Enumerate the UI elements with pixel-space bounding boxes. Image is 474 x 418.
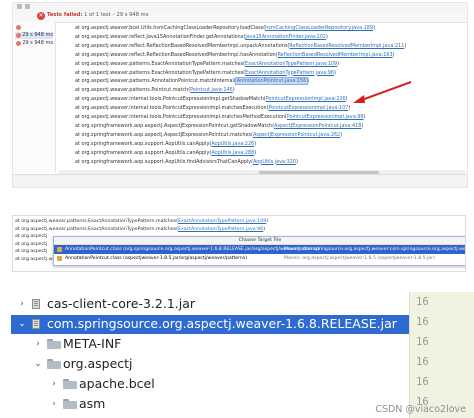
folder-icon bbox=[47, 339, 61, 349]
tree-row-label: cas-client-core-3.2.1.jar bbox=[47, 296, 196, 311]
source-link[interactable]: AopUtils.java:226 bbox=[211, 141, 254, 147]
stack-trace-line: at org.aspectj.weaver.bcel.Utils.hsmCach… bbox=[75, 25, 375, 31]
source-link[interactable]: ExactAnnotationTypePattern.java:109 bbox=[245, 61, 337, 67]
source-link[interactable]: ReflectionBasedResolvedMemberImpl.java:2… bbox=[289, 43, 404, 49]
stop-icon[interactable] bbox=[25, 4, 30, 9]
source-link[interactable]: AopUtils.java:288 bbox=[211, 150, 254, 156]
stack-trace-log: at org.aspectj.weaver.bcel.Utils.hsmCach… bbox=[59, 22, 465, 173]
tree-row-label: META-INF bbox=[63, 336, 122, 351]
source-link[interactable]: Pointcut.java:146 bbox=[190, 87, 233, 93]
target-option-aspectjweaver[interactable]: AnnotationPointcut.class (aspectjweaver-… bbox=[54, 254, 465, 263]
stack-trace-line: at org.aspectj.weaver.reflect.Java15Anno… bbox=[75, 33, 328, 40]
chevron-right-icon[interactable]: › bbox=[33, 338, 43, 350]
test-tree-item[interactable] bbox=[15, 24, 53, 31]
stack-trace-line: at org.aspectj.weaver.patterns.ExactAnno… bbox=[15, 226, 266, 232]
stack-trace-line: at org.aspectj bbox=[15, 241, 48, 247]
stack-trace-line: at org.aspectj.weaver.patterns.Pointcut.… bbox=[75, 87, 235, 94]
source-link[interactable]: ExactAnnotationTypePattern.java:109 bbox=[178, 219, 266, 224]
stack-trace-line: at org.springframework.aop.support.AopUt… bbox=[75, 140, 257, 147]
test-tree-item[interactable]: 29 s 948 ms bbox=[15, 40, 53, 47]
chevron-down-icon[interactable]: ⌄ bbox=[17, 318, 27, 330]
jar-icon bbox=[31, 318, 41, 330]
source-link[interactable]: AopUtils.java:320 bbox=[253, 159, 296, 165]
source-link[interactable]: hsmCachingClassLoaderRepository.java:189 bbox=[265, 25, 373, 31]
stack-trace-line: at org.aspectj.weaver.patterns.ExactAnno… bbox=[75, 60, 339, 67]
stack-trace-line: at org.aspectj bbox=[15, 249, 48, 254]
failed-icon bbox=[16, 41, 21, 46]
gutter-line-number: 16 bbox=[416, 296, 429, 308]
folder-icon bbox=[47, 359, 61, 369]
source-link[interactable]: AspectJExpressionPointcut.java:262 bbox=[253, 132, 340, 138]
stack-trace-line: at org.springframework.aop.support.AopUt… bbox=[75, 158, 298, 165]
source-link[interactable]: Java15AnnotationFinder.java:202 bbox=[245, 34, 326, 40]
stack-trace-line: at org.aspectj.weaver.reflect.Reflection… bbox=[75, 42, 407, 49]
stack-trace-line: at org.aspectj.weaver.reflect.Reflection… bbox=[75, 51, 395, 58]
stack-trace-line: at org.springframework.aop.aspectj.Aspec… bbox=[75, 131, 343, 138]
tree-row-label: asm bbox=[79, 396, 106, 411]
stack-trace-line: at org.aspectj.weaver.internal.tools.Poi… bbox=[75, 96, 348, 103]
gutter-line-number: 16 bbox=[416, 376, 429, 388]
test-console-panel: ✕ Tests failed: 1 of 1 test – 29 s 948 m… bbox=[12, 2, 468, 188]
watermark: CSDN @viaco2love bbox=[375, 404, 466, 415]
gutter-line-number: 16 bbox=[416, 316, 429, 328]
choose-target-popup: Choose Target File AnnotationPointcut.cl… bbox=[53, 236, 465, 266]
stack-trace-line: at org.aspectj.weaver.internal.tools.Poi… bbox=[75, 105, 351, 112]
source-link[interactable]: AnnotationPointcut.java:156 bbox=[234, 77, 309, 86]
stack-trace-line: at org.aspectj.weaver.patterns.ExactAnno… bbox=[75, 69, 336, 76]
folder-icon bbox=[63, 399, 77, 409]
choose-target-panel: at org.aspectj.weaver.patterns.ExactAnno… bbox=[12, 215, 466, 272]
editor-gutter: 16 16 16 16 16 16 bbox=[409, 292, 474, 418]
stack-trace-line: at org.aspectj.weaver.patterns.Annotatio… bbox=[75, 77, 310, 86]
stack-trace-line: at org.aspectj.weaver.patterns.ExactAnno… bbox=[15, 219, 269, 224]
tree-row[interactable]: ⌄ org.aspectj bbox=[11, 355, 409, 374]
tree-row-label: com.springsource.org.aspectj.weaver-1.6.… bbox=[47, 316, 397, 331]
stack-trace-line: at org.aspectj.weaver.internal.tools.Poi… bbox=[75, 114, 366, 120]
source-link[interactable]: AspectJExpressionPointcut.java:418 bbox=[274, 123, 361, 129]
tree-row[interactable]: › cas-client-core-3.2.1.jar bbox=[11, 295, 409, 314]
tree-row[interactable]: › asm bbox=[11, 395, 409, 414]
rerun-icon[interactable] bbox=[17, 4, 22, 9]
chevron-right-icon[interactable]: › bbox=[49, 378, 59, 390]
tree-row[interactable]: › META-INF bbox=[11, 335, 409, 354]
test-tree: 29 s 948 ms 29 s 948 ms bbox=[13, 22, 56, 173]
target-option-spring-weaver[interactable]: AnnotationPointcut.class (org.springsour… bbox=[54, 245, 465, 254]
failed-icon bbox=[16, 25, 21, 30]
gutter-line-number: 16 bbox=[416, 356, 429, 368]
popup-title: Choose Target File bbox=[54, 237, 465, 245]
source-link[interactable]: PointcutExpressionImpl.java:98 bbox=[287, 114, 364, 120]
test-status-text: Tests failed: 1 of 1 test – 29 s 948 ms bbox=[47, 12, 149, 18]
tree-row-label: org.aspectj bbox=[63, 356, 133, 371]
tree-row[interactable]: › apache.bcel bbox=[11, 375, 409, 394]
source-link[interactable]: ReflectionBasedResolvedMemberImpl.java:1… bbox=[278, 52, 393, 58]
jar-icon bbox=[31, 298, 41, 310]
failed-icon bbox=[16, 33, 21, 38]
class-file-icon bbox=[57, 256, 62, 261]
test-tree-item[interactable]: 29 s 948 ms bbox=[15, 32, 53, 39]
tree-row[interactable]: ⌄ com.springsource.org.aspectj.weaver-1.6… bbox=[11, 315, 409, 334]
class-file-icon bbox=[57, 247, 62, 252]
source-link[interactable]: ExactAnnotationTypePattern.java:96 bbox=[178, 227, 263, 232]
chevron-down-icon[interactable]: ⌄ bbox=[33, 358, 43, 370]
folder-icon bbox=[63, 379, 77, 389]
stack-trace-line: at org.aspectj bbox=[15, 234, 48, 239]
stack-trace-line: at org.springframework.aop.aspectj.Aspec… bbox=[75, 122, 364, 129]
project-tree-panel: › cas-client-core-3.2.1.jar ⌄ com.springsou… bbox=[11, 292, 474, 418]
failed-icon: ✕ bbox=[37, 12, 45, 20]
chevron-right-icon[interactable]: › bbox=[49, 398, 59, 410]
source-link[interactable]: ExactAnnotationTypePattern.java:96 bbox=[245, 70, 334, 76]
source-link[interactable]: PointcutExpressionImpl.java:226 bbox=[266, 96, 346, 102]
source-link[interactable]: PointcutExpressionImpl.java:107 bbox=[268, 105, 348, 111]
console-bottom-bar bbox=[13, 174, 467, 187]
chevron-right-icon[interactable]: › bbox=[17, 298, 27, 310]
gutter-line-number: 16 bbox=[416, 336, 429, 348]
tree-row-label: apache.bcel bbox=[79, 376, 155, 391]
stack-trace-line: at org.springframework.aop.support.AopUt… bbox=[75, 149, 257, 156]
